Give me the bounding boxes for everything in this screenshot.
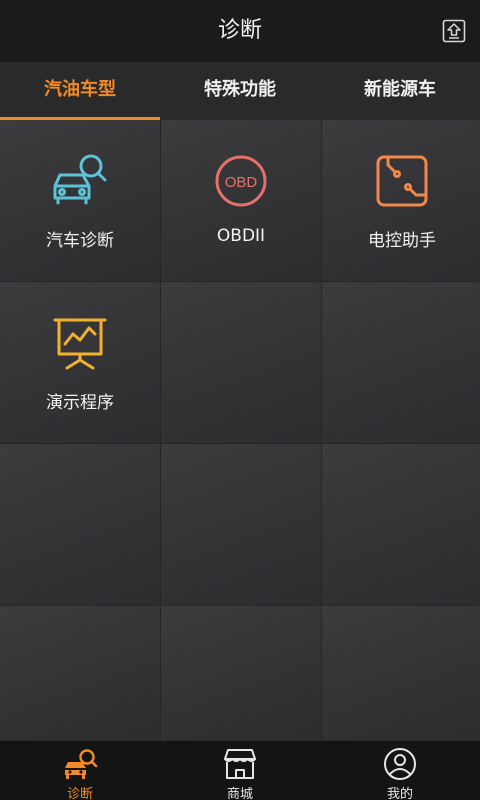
upload-icon[interactable]	[442, 19, 466, 43]
car-diagnose-icon	[65, 749, 98, 779]
presentation-icon	[53, 318, 107, 370]
svg-text:OBD: OBD	[225, 174, 258, 191]
car-search-icon	[53, 154, 107, 205]
tab-new-energy[interactable]: 新能源车	[320, 62, 480, 120]
grid-empty-cell	[0, 606, 160, 743]
grid-item-demo-program[interactable]: 演示程序	[0, 282, 160, 443]
tab-special-functions[interactable]: 特殊功能	[160, 62, 320, 120]
grid-empty-cell	[322, 606, 480, 743]
user-icon	[384, 748, 416, 780]
grid-empty-cell	[161, 282, 321, 443]
grid-empty-cell	[322, 444, 480, 605]
nav-label: 诊断	[66, 787, 93, 800]
grid-empty-cell	[161, 606, 321, 743]
grid-item-label: 演示程序	[46, 393, 114, 413]
grid-item-car-diagnosis[interactable]: 汽车诊断	[0, 120, 160, 281]
grid-item-ecu-assistant[interactable]: 电控助手	[322, 120, 480, 281]
page-title: 诊断	[217, 18, 262, 43]
nav-diagnose[interactable]: 诊断	[0, 741, 160, 800]
grid-empty-cell	[322, 282, 480, 443]
nav-store[interactable]: 商城	[160, 741, 320, 800]
store-icon	[224, 749, 256, 779]
tab-gasoline-models[interactable]: 汽油车型	[0, 62, 160, 120]
grid-empty-cell	[0, 444, 160, 605]
nav-label: 商城	[226, 787, 253, 800]
grid-item-label: 电控助手	[368, 231, 436, 251]
grid-item-obdii[interactable]: OBD OBDII	[161, 120, 321, 281]
ecu-assistant-icon	[376, 155, 428, 207]
grid-item-label: 汽车诊断	[46, 231, 114, 251]
function-grid: 汽车诊断 OBD OBDII 电控助手 演示程序	[0, 120, 480, 743]
bottom-nav: 诊断 商城 我的	[0, 740, 480, 800]
nav-mine[interactable]: 我的	[320, 741, 480, 800]
obd-icon: OBD	[215, 155, 267, 207]
grid-empty-cell	[161, 444, 321, 605]
tab-bar: 汽油车型 特殊功能 新能源车	[0, 62, 480, 120]
nav-label: 我的	[386, 787, 413, 800]
grid-item-label: OBDII	[216, 226, 266, 246]
title-bar: 诊断	[0, 0, 480, 62]
